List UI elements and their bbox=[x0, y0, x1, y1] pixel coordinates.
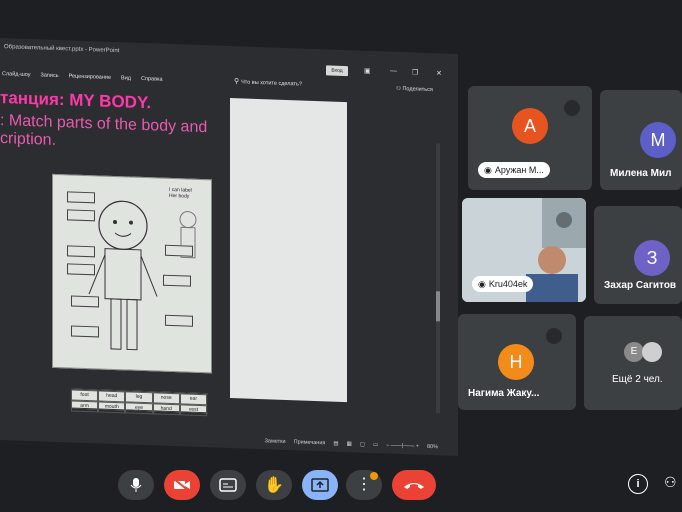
captions-icon bbox=[219, 478, 237, 492]
participant-tile[interactable]: M Милена Мил bbox=[600, 90, 682, 190]
speaker-icon: ◉ bbox=[484, 164, 492, 175]
participant-name: Милена Мил bbox=[610, 168, 672, 179]
notification-dot bbox=[370, 472, 378, 480]
participant-tile[interactable]: З Захар Сагитов bbox=[594, 206, 682, 304]
worksheet-image: I can label Her body bbox=[52, 173, 212, 374]
people-icon[interactable]: ⚇ bbox=[664, 474, 677, 491]
slideshow-icon[interactable]: ▭ bbox=[373, 442, 378, 448]
participant-name: Нагима Жаку... bbox=[468, 388, 540, 399]
minimize-icon[interactable]: — bbox=[390, 68, 397, 75]
comments-button[interactable]: Примечания bbox=[294, 439, 326, 446]
login-button[interactable]: Вход bbox=[326, 65, 348, 77]
raise-hand-button[interactable]: ✋ bbox=[256, 470, 292, 500]
camera-off-icon bbox=[173, 478, 190, 492]
word-cell: mouth bbox=[98, 401, 126, 414]
ribbon-tabs: Слайд-шоу Запись Рецензирование Вид Спра… bbox=[2, 68, 163, 86]
tab-review[interactable]: Рецензирование bbox=[69, 73, 111, 80]
avatar: З bbox=[634, 240, 670, 276]
hang-up-icon bbox=[404, 483, 424, 489]
microphone-button[interactable] bbox=[118, 470, 154, 500]
name-pill: ◉ Аружан М... bbox=[478, 162, 550, 178]
speaker-icon: ◉ bbox=[478, 278, 486, 289]
tab-help[interactable]: Справка bbox=[141, 76, 163, 83]
restore-icon[interactable]: ❐ bbox=[412, 68, 418, 76]
reading-view-icon[interactable]: ▢ bbox=[360, 442, 365, 448]
avatar: M bbox=[640, 122, 676, 158]
name-pill: ◉ Kru404ek bbox=[472, 276, 534, 292]
mic-off-icon bbox=[556, 212, 572, 228]
tab-slideshow[interactable]: Слайд-шоу bbox=[2, 71, 31, 78]
mic-off-icon bbox=[546, 328, 562, 344]
present-icon bbox=[311, 478, 329, 492]
slide-canvas-right bbox=[230, 98, 347, 403]
captions-button[interactable] bbox=[210, 470, 246, 500]
shared-screen: Образовательный квест.pptx - PowerPoint … bbox=[0, 38, 458, 456]
notes-button[interactable]: Заметки bbox=[265, 438, 286, 445]
slide-sorter-icon[interactable]: ▦ bbox=[347, 441, 352, 447]
more-options-button[interactable]: ⋮ bbox=[346, 470, 382, 500]
ribbon-display-icon[interactable]: ▣ bbox=[364, 67, 371, 75]
more-vert-icon: ⋮ bbox=[356, 476, 372, 493]
word-cell: eye bbox=[125, 402, 153, 415]
blank-label bbox=[67, 209, 95, 222]
present-button[interactable] bbox=[302, 470, 338, 500]
hand-icon: ✋ bbox=[264, 477, 284, 494]
blank-label bbox=[71, 295, 99, 308]
more-participants-tile[interactable]: E Ещё 2 чел. bbox=[584, 316, 682, 410]
tell-me-label: Что вы хотите сделать? bbox=[241, 79, 302, 88]
participant-name: Kru404ek bbox=[488, 279, 528, 289]
share-label: Поделиться bbox=[402, 86, 433, 94]
slide-subtitle-line2: cription. bbox=[0, 130, 57, 149]
camera-button[interactable] bbox=[164, 470, 200, 500]
avatar-small: E bbox=[624, 342, 644, 362]
word-cell: hand bbox=[152, 403, 180, 416]
tab-record[interactable]: Запись bbox=[41, 72, 59, 79]
info-icon[interactable]: i bbox=[628, 474, 648, 494]
word-bank: foot head leg nose ear arm mouth eye han… bbox=[70, 388, 208, 417]
tell-me-search[interactable]: ⚲ Что вы хотите сделать? bbox=[234, 77, 302, 87]
window-title: Образовательный квест.pptx - PowerPoint bbox=[4, 44, 120, 55]
slide-heading: танция: MY BODY. bbox=[0, 88, 152, 113]
end-call-button[interactable] bbox=[392, 470, 436, 500]
avatar: H bbox=[498, 344, 534, 380]
vertical-scrollbar[interactable] bbox=[436, 143, 440, 414]
blank-label bbox=[67, 263, 95, 276]
blank-label bbox=[71, 325, 99, 338]
zoom-level[interactable]: 80% bbox=[427, 444, 438, 450]
more-participants-label: Ещё 2 чел. bbox=[612, 374, 663, 385]
avatar: A bbox=[512, 108, 548, 144]
zoom-slider[interactable]: – ——|—— + bbox=[386, 442, 419, 449]
blank-label bbox=[163, 274, 191, 287]
normal-view-icon[interactable]: ▤ bbox=[333, 441, 338, 447]
word-cell: arm bbox=[71, 400, 99, 413]
participant-tile[interactable]: A ◉ Аружан М... bbox=[468, 86, 592, 190]
avatar-small bbox=[642, 342, 662, 362]
word-cell: vest bbox=[179, 404, 207, 417]
status-bar: Заметки Примечания ▤ ▦ ▢ ▭ – ——|—— + 80% bbox=[0, 426, 458, 454]
mic-off-icon bbox=[564, 100, 580, 116]
participant-name: Аружан М... bbox=[494, 165, 544, 175]
share-button[interactable]: ⚇ Поделиться bbox=[396, 86, 433, 93]
participant-name: Захар Сагитов bbox=[604, 280, 677, 291]
scrollbar-thumb[interactable] bbox=[436, 291, 440, 322]
participant-video-tile[interactable]: ◉ Kru404ek bbox=[462, 198, 586, 302]
blank-label bbox=[67, 191, 95, 204]
microphone-icon bbox=[130, 478, 142, 492]
close-icon[interactable]: ✕ bbox=[436, 69, 442, 77]
blank-label bbox=[165, 244, 193, 257]
tab-view[interactable]: Вид bbox=[121, 75, 131, 81]
blank-label bbox=[67, 245, 95, 258]
blank-label bbox=[165, 314, 193, 327]
participant-tile[interactable]: H Нагима Жаку... bbox=[458, 314, 576, 410]
